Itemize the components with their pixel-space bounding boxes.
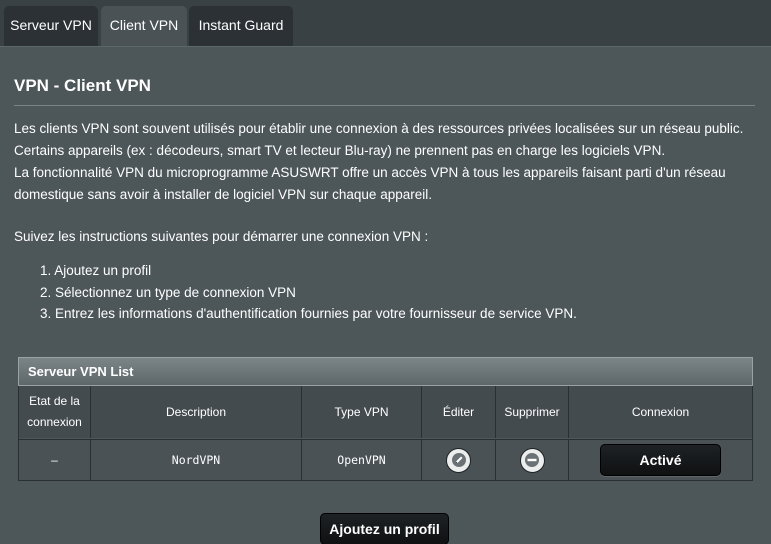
header-connection-status: Etat de la connexion bbox=[19, 386, 91, 438]
instructions-intro: Suivez les instructions suivantes pour d… bbox=[14, 229, 429, 244]
header-vpn-type: Type VPN bbox=[302, 386, 422, 438]
row-delete-cell bbox=[496, 440, 569, 480]
content-panel: VPN - Client VPN Les clients VPN sont so… bbox=[0, 46, 771, 544]
header-edit: Éditer bbox=[422, 386, 496, 438]
row-connection-cell: Activé bbox=[569, 440, 752, 480]
tab-client-vpn[interactable]: Client VPN bbox=[101, 6, 187, 46]
header-status-line: Etat de la bbox=[29, 394, 80, 408]
table-row: – NordVPN OpenVPN Activé bbox=[19, 439, 752, 480]
row-vpn-type: OpenVPN bbox=[302, 440, 422, 480]
tab-serveur-vpn[interactable]: Serveur VPN bbox=[4, 6, 98, 46]
header-delete: Supprimer bbox=[496, 386, 569, 438]
header-status-line: connexion bbox=[27, 415, 82, 429]
title-divider bbox=[14, 105, 755, 106]
header-description: Description bbox=[91, 386, 302, 438]
instruction-step: 3. Entrez les informations d'authentific… bbox=[40, 306, 577, 321]
table-header-row: Etat de la connexion Description Type VP… bbox=[19, 386, 752, 438]
intro-line: domestique sans avoir à installer de log… bbox=[14, 187, 432, 202]
minus-circle-icon bbox=[525, 453, 539, 467]
header-connection: Connexion bbox=[631, 404, 690, 419]
delete-button[interactable] bbox=[519, 447, 545, 473]
add-profile-button[interactable]: Ajoutez un profil bbox=[320, 513, 449, 544]
vpn-list-caption: Serveur VPN List bbox=[18, 357, 753, 386]
row-status: – bbox=[19, 440, 91, 480]
instruction-step: 1. Ajoutez un profil bbox=[40, 263, 152, 278]
row-edit-cell bbox=[422, 440, 496, 480]
vpn-list-table: Etat de la connexion Description Type VP… bbox=[18, 386, 753, 481]
page-title: VPN - Client VPN bbox=[14, 76, 151, 95]
tab-instant-guard[interactable]: Instant Guard bbox=[189, 6, 293, 46]
intro-line: Certains appareils (ex : décodeurs, smar… bbox=[14, 143, 666, 158]
intro-line: Les clients VPN sont souvent utilisés po… bbox=[14, 121, 744, 136]
row-description: NordVPN bbox=[91, 440, 302, 480]
pencil-icon bbox=[451, 453, 466, 467]
intro-paragraph: Les clients VPN sont souvent utilisés po… bbox=[14, 118, 754, 206]
intro-line: La fonctionnalité VPN du microprogramme … bbox=[14, 165, 726, 180]
tab-bar: Serveur VPN Client VPN Instant Guard bbox=[0, 0, 771, 46]
instruction-step: 2. Sélectionnez un type de connexion VPN bbox=[40, 284, 296, 300]
activate-connection-button[interactable]: Activé bbox=[600, 444, 721, 476]
instructions-list: 1. Ajoutez un profil 2. Sélectionnez un … bbox=[40, 260, 577, 325]
edit-button[interactable] bbox=[446, 447, 471, 473]
